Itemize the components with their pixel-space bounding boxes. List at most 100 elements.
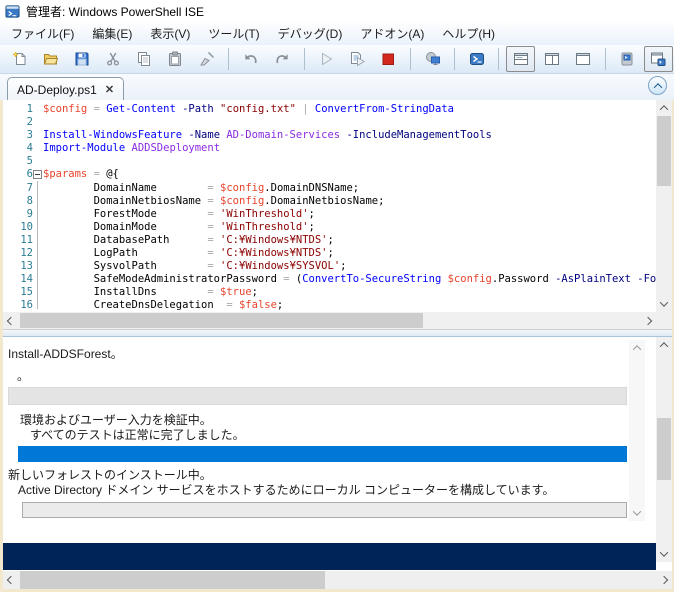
new-powershell-tab-button[interactable] <box>613 46 642 72</box>
progress-vertical-scrollbar[interactable] <box>629 340 645 521</box>
menu-item[interactable]: 編集(E) <box>83 22 141 45</box>
show-script-pane-right-button[interactable] <box>537 46 566 72</box>
code-line[interactable]: 2 <box>3 116 656 129</box>
console-input-area[interactable] <box>3 543 656 570</box>
code-token: $params <box>43 168 88 181</box>
scroll-down-arrow[interactable] <box>656 296 672 312</box>
code-token: 'C:¥Windows¥SYSVOL' <box>220 260 341 273</box>
scrollbar-thumb[interactable] <box>657 116 671 186</box>
code-line[interactable]: 5 <box>3 155 656 168</box>
run-script-button[interactable] <box>311 46 340 72</box>
menu-item[interactable]: ツール(T) <box>199 22 268 45</box>
scroll-down-arrow[interactable] <box>629 505 645 521</box>
tab-ad-deploy[interactable]: AD-Deploy.ps1 ✕ <box>7 77 125 101</box>
code-line[interactable]: 8 DomainNetbiosName = $config.DomainNetb… <box>3 195 656 208</box>
open-script-button[interactable] <box>36 46 65 72</box>
code-token: CreateDnsDelegation <box>43 299 227 312</box>
progress-panel: Install-ADDSForest。。環境およびユーザー入力を検証中。 すべての… <box>3 337 656 543</box>
scroll-down-arrow[interactable] <box>656 546 672 562</box>
console-pane: Install-ADDSForest。。環境およびユーザー入力を検証中。 すべての… <box>3 337 672 589</box>
code-line[interactable]: 9 ForestMode = 'WinThreshold'; <box>3 208 656 221</box>
toolbar <box>0 45 674 74</box>
new-remote-powershell-tab-button[interactable] <box>418 46 447 72</box>
menu-item[interactable]: アドオン(A) <box>351 22 433 45</box>
tab-close-icon[interactable]: ✕ <box>105 83 114 96</box>
editor-vertical-scrollbar[interactable] <box>656 100 672 312</box>
console-horizontal-scrollbar[interactable] <box>3 571 672 589</box>
code-line[interactable]: 6 $params = @{ <box>3 168 656 181</box>
scroll-right-arrow[interactable] <box>640 312 656 329</box>
code-line[interactable]: 3 Install-WindowsFeature -Name AD-Domain-… <box>3 129 656 142</box>
scroll-up-arrow[interactable] <box>629 340 645 356</box>
clear-console-pane-button[interactable] <box>192 46 221 72</box>
stop-operation-button[interactable] <box>374 46 403 72</box>
scrollbar-thumb[interactable] <box>20 313 423 328</box>
code-area[interactable]: 1 $config = Get-Content -Path "config.txt… <box>3 100 656 312</box>
start-powershell-button[interactable] <box>462 46 491 72</box>
run-selection-button[interactable] <box>343 46 372 72</box>
line-number: 9 <box>26 207 33 220</box>
undo-button[interactable] <box>236 46 265 72</box>
progress-status: すべてのテストは正常に完了しました。 <box>30 428 245 442</box>
code-line[interactable]: 12 LogPath = 'C:¥Windows¥NTDS'; <box>3 247 656 260</box>
progress-status: Active Directory ドメイン サービスをホストするためにローカル … <box>18 483 555 497</box>
pane-splitter[interactable] <box>3 329 672 337</box>
redo-button[interactable] <box>267 46 296 72</box>
copy-button[interactable] <box>130 46 159 72</box>
show-script-pane-top-button[interactable] <box>506 46 536 72</box>
code-token: AD-Domain-Services <box>226 129 341 142</box>
scrollbar-thumb[interactable] <box>20 571 325 589</box>
new-script-button[interactable] <box>5 46 34 72</box>
line-number: 8 <box>26 194 33 207</box>
code-line[interactable]: 13 SysvolPath = 'C:¥Windows¥SYSVOL'; <box>3 260 656 273</box>
code-token: SafeModeAdministratorPassword <box>43 273 284 286</box>
toolbar-separator <box>498 48 500 70</box>
show-command-window-button[interactable] <box>643 46 674 72</box>
line-number: 2 <box>26 116 33 129</box>
scroll-up-arrow[interactable] <box>656 337 672 353</box>
progress-bar <box>8 387 627 405</box>
console-vertical-scrollbar[interactable] <box>656 337 672 562</box>
scroll-up-arrow[interactable] <box>656 100 672 116</box>
cut-button[interactable] <box>99 46 128 72</box>
collapse-script-pane-button[interactable] <box>648 76 667 95</box>
menu-item[interactable]: デバッグ(D) <box>269 22 352 45</box>
code-line[interactable]: 7 DomainName = $config.DomainDNSName; <box>3 182 656 195</box>
code-fold-toggle[interactable] <box>33 170 42 179</box>
show-script-pane-maximized-button[interactable] <box>569 46 598 72</box>
window-title: 管理者: Windows PowerShell ISE <box>26 4 205 19</box>
save-script-button[interactable] <box>67 46 96 72</box>
tab-label: AD-Deploy.ps1 <box>17 82 97 97</box>
code-line[interactable]: 16 CreateDnsDelegation = $false; <box>3 299 656 312</box>
code-token: $config <box>43 103 88 115</box>
menu-item[interactable]: ファイル(F) <box>2 22 83 45</box>
progress-activity: Install-ADDSForest。 <box>8 347 123 361</box>
code-token: ; <box>327 233 334 246</box>
scroll-left-arrow[interactable] <box>3 571 19 589</box>
code-token: $false <box>238 299 277 312</box>
code-line[interactable]: 14 SafeModeAdministratorPassword = (Conv… <box>3 273 656 286</box>
title-bar: 管理者: Windows PowerShell ISE <box>0 0 674 22</box>
new-script-icon <box>11 51 28 67</box>
menu-item[interactable]: 表示(V) <box>141 22 199 45</box>
paste-button[interactable] <box>161 46 190 72</box>
powershell-app-icon <box>5 4 20 19</box>
script-editor-pane[interactable]: 1 $config = Get-Content -Path "config.txt… <box>3 100 672 329</box>
code-token: = <box>207 260 221 273</box>
code-token: -IncludeManagementTools <box>346 129 492 142</box>
code-line[interactable]: 4 Import-Module ADDSDeployment <box>3 142 656 155</box>
scrollbar-thumb[interactable] <box>657 418 671 480</box>
code-line[interactable]: 10 DomainMode = 'WinThreshold'; <box>3 221 656 234</box>
code-line[interactable]: 11 DatabasePath = 'C:¥Windows¥NTDS'; <box>3 234 656 247</box>
editor-horizontal-scrollbar[interactable] <box>3 312 656 329</box>
code-line[interactable]: 15 InstallDns = $true; <box>3 286 656 299</box>
menu-item[interactable]: ヘルプ(H) <box>433 22 504 45</box>
progress-record: 環境およびユーザー入力を検証中。 すべてのテストは正常に完了しました。 <box>3 413 656 462</box>
code-token: ; <box>308 220 315 233</box>
run-selection-icon <box>349 51 366 67</box>
code-line[interactable]: 1 $config = Get-Content -Path "config.txt… <box>3 103 656 116</box>
scroll-right-arrow[interactable] <box>656 571 672 589</box>
scroll-left-arrow[interactable] <box>3 312 19 329</box>
open-script-icon <box>43 51 59 67</box>
progress-bar <box>18 446 627 462</box>
